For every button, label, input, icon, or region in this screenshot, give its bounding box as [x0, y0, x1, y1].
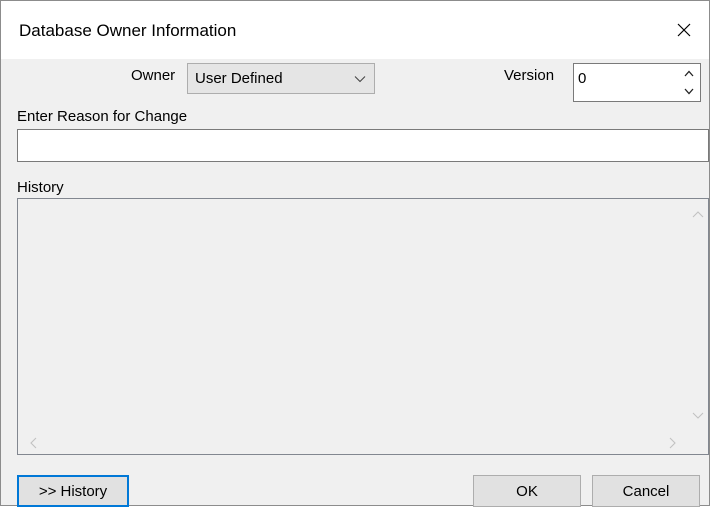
scroll-up-icon[interactable]: [688, 207, 708, 221]
scroll-left-icon[interactable]: [26, 432, 40, 454]
owner-label: Owner: [131, 67, 176, 84]
close-icon: [677, 23, 691, 37]
version-value[interactable]: 0: [578, 70, 586, 87]
vertical-scrollbar[interactable]: [688, 199, 708, 431]
version-label: Version: [504, 67, 555, 84]
scroll-right-icon[interactable]: [666, 432, 680, 454]
owner-dropdown-value: User Defined: [195, 70, 283, 87]
history-textarea[interactable]: [17, 198, 709, 455]
ok-button[interactable]: OK: [473, 475, 581, 507]
scroll-down-icon[interactable]: [688, 409, 708, 423]
version-spinner[interactable]: 0: [573, 63, 701, 102]
spin-up-icon[interactable]: [679, 65, 699, 82]
horizontal-scrollbar[interactable]: [18, 432, 688, 454]
dialog-window: Database Owner Information Owner User De…: [0, 0, 710, 507]
close-button[interactable]: [659, 1, 709, 59]
owner-dropdown[interactable]: User Defined: [187, 63, 375, 94]
reason-input[interactable]: [17, 129, 709, 162]
dialog-title: Database Owner Information: [19, 21, 237, 40]
spin-down-icon[interactable]: [679, 83, 699, 100]
cancel-button[interactable]: Cancel: [592, 475, 700, 507]
history-label: History: [17, 179, 64, 196]
title-bar: Database Owner Information: [1, 1, 709, 59]
history-toggle-button[interactable]: >> History: [17, 475, 129, 507]
reason-label: Enter Reason for Change: [17, 108, 188, 125]
chevron-down-icon: [346, 75, 374, 83]
